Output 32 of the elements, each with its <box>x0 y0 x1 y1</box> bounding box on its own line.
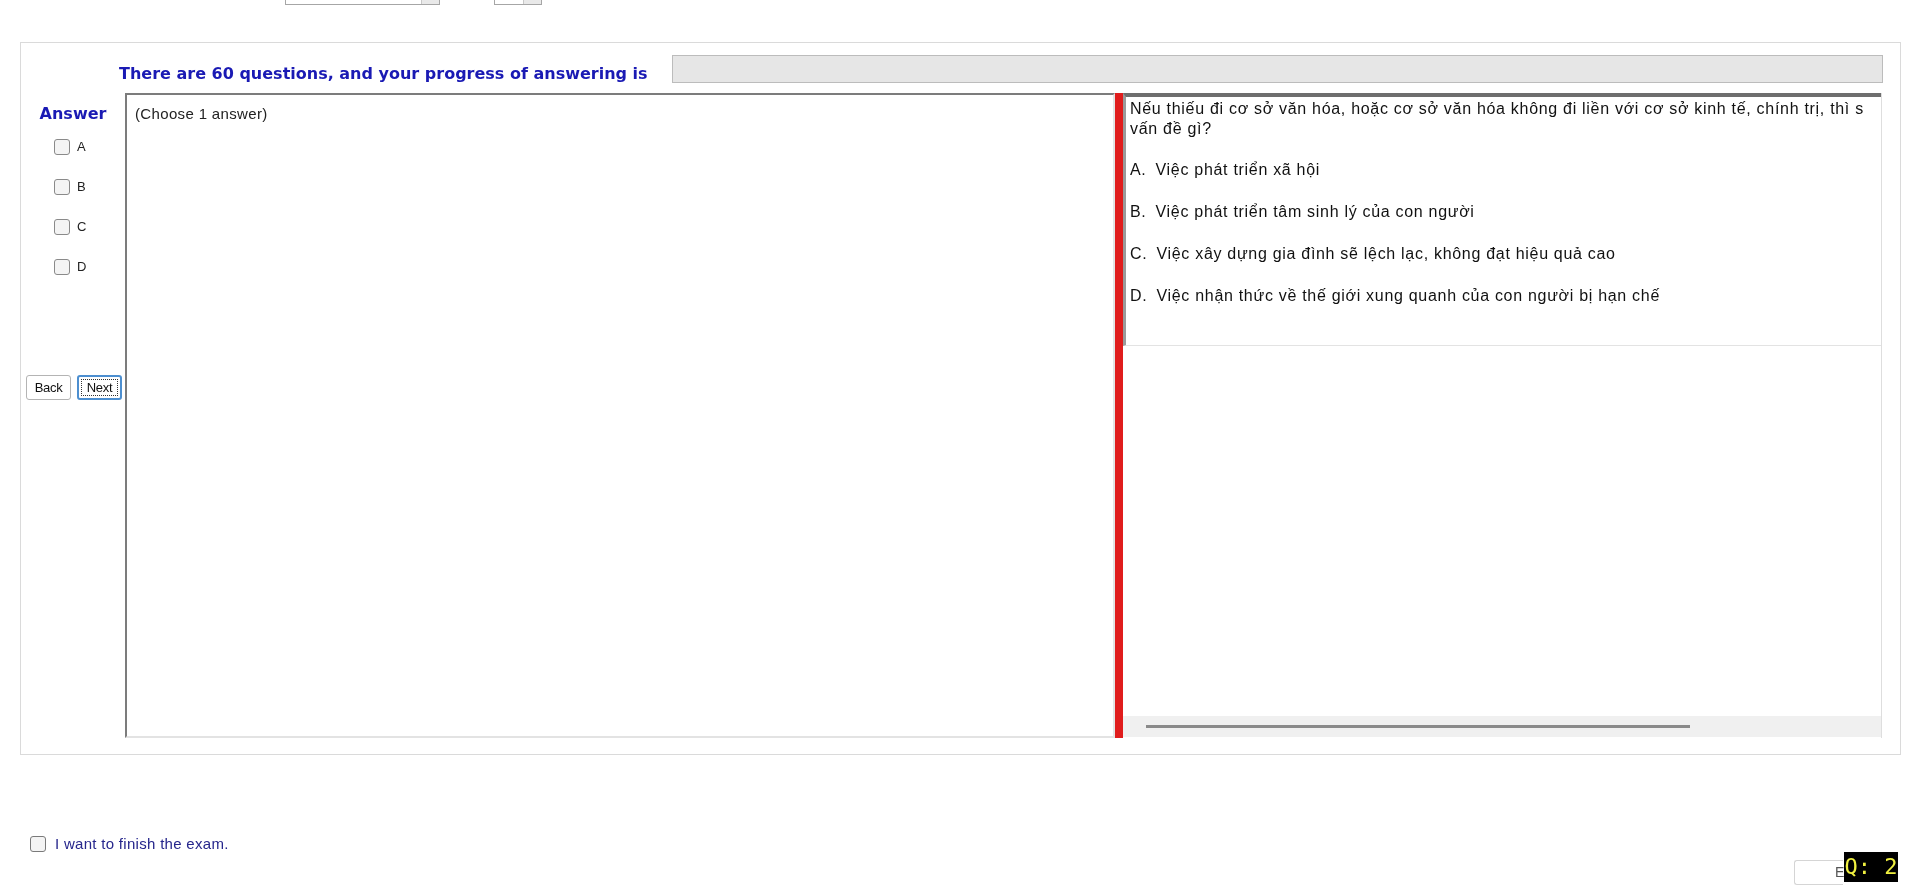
dropdown-field[interactable] <box>285 0 440 5</box>
horizontal-scrollbar[interactable] <box>1123 716 1881 737</box>
option-text: Việc phát triển xã hội <box>1155 160 1321 180</box>
checkbox[interactable] <box>54 219 70 235</box>
exam-button[interactable]: E <box>1794 860 1843 885</box>
option-text: Việc xây dựng gia đình sẽ lệch lạc, không đạt hiệu quả cao <box>1156 244 1616 264</box>
checkbox-label[interactable]: B <box>77 179 86 195</box>
option-letter: B. <box>1130 202 1147 222</box>
question-text: Nếu thiếu đi cơ sở văn hóa, hoặc cơ sở văn hóa không đi liền với cơ sở kinh tế, chính trị, thì s <box>1130 99 1864 119</box>
dropdown-field[interactable] <box>494 0 542 5</box>
option-text: Việc phát triển tâm sinh lý của con người <box>1155 202 1475 222</box>
back-button[interactable]: Back <box>26 375 71 400</box>
checkbox[interactable] <box>54 259 70 275</box>
checkbox-label[interactable]: C <box>77 219 87 235</box>
answer-heading: Answer <box>39 104 107 123</box>
finish-exam-label[interactable]: I want to finish the exam. <box>55 835 229 853</box>
option-text: Việc nhận thức về thế giới xung quanh của con người bị hạn chế <box>1156 286 1660 306</box>
question-number-badge: Q: 2 <box>1844 852 1898 882</box>
checkbox-label[interactable]: A <box>77 139 86 155</box>
progress-caption: There are 60 questions, and your progress of answering is <box>119 64 648 83</box>
instruction-text: (Choose 1 answer) <box>135 105 268 122</box>
checkbox[interactable] <box>54 139 70 155</box>
next-button[interactable]: Next <box>77 375 122 400</box>
option-letter: D. <box>1130 286 1148 306</box>
answer-text-area[interactable]: (Choose 1 answer) <box>125 93 1115 738</box>
option-letter: A. <box>1130 160 1147 180</box>
checkbox[interactable] <box>30 836 46 852</box>
checkbox[interactable] <box>54 179 70 195</box>
option-letter: C. <box>1130 244 1148 264</box>
checkbox-label[interactable]: D <box>77 259 87 275</box>
question-text: vấn đề gì? <box>1130 119 1212 139</box>
scrollbar-thumb[interactable] <box>1146 725 1690 728</box>
